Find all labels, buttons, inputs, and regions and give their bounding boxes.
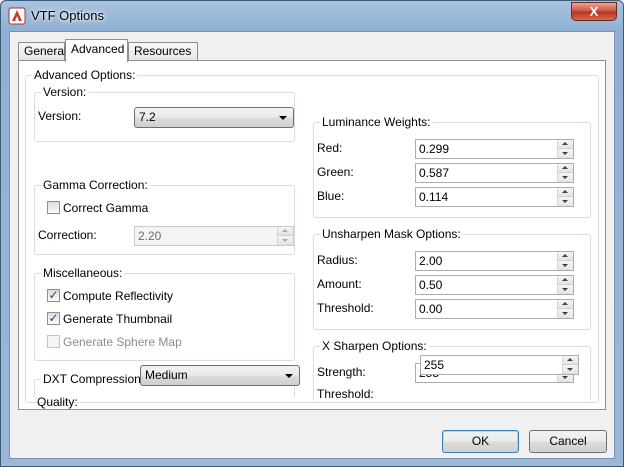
dxt-compression-group-label: DXT Compression: (41, 372, 147, 386)
chevron-down-icon (285, 374, 293, 378)
quality-label: Quality: (37, 395, 78, 409)
green-weight-spinner[interactable]: 0.587 (415, 163, 574, 183)
spin-up-icon[interactable] (563, 356, 578, 365)
vtf-app-icon (8, 7, 26, 25)
title-bar[interactable]: VTF Options X (1, 1, 623, 31)
spin-up-icon[interactable] (558, 300, 573, 309)
amount-spin-buttons (557, 276, 573, 294)
chevron-down-icon (279, 116, 287, 120)
spin-up-icon[interactable] (558, 164, 573, 173)
spin-up-icon[interactable] (278, 227, 293, 236)
correction-value: 2.20 (138, 229, 162, 243)
version-dropdown[interactable]: 7.2 (134, 107, 294, 128)
version-group: Version: Version: 7.2 (34, 85, 295, 142)
spin-up-icon[interactable] (558, 188, 573, 197)
blue-label: Blue: (317, 189, 345, 203)
correction-label: Correction: (38, 228, 97, 242)
unsharpen-threshold-spinner[interactable]: 0.00 (415, 299, 574, 319)
correction-spinner[interactable]: 2.20 (134, 226, 294, 246)
dialog-window: VTF Options X General Advanced Resources… (0, 0, 624, 467)
version-dropdown-value: 7.2 (139, 110, 156, 124)
correct-gamma-checkbox[interactable] (47, 201, 60, 214)
spin-down-icon[interactable] (563, 365, 578, 374)
quality-dropdown[interactable]: Medium (140, 365, 300, 386)
spin-down-icon[interactable] (558, 149, 573, 158)
x-sharpen-threshold-label: Threshold: (317, 387, 374, 401)
strength-label: Strength: (317, 365, 366, 379)
radius-spin-buttons (557, 252, 573, 270)
radius-label: Radius: (317, 253, 358, 267)
quality-dropdown-value: Medium (145, 368, 188, 382)
correction-spin-buttons (277, 227, 293, 245)
spin-down-icon[interactable] (558, 197, 573, 206)
advanced-options-label: Advanced Options: (32, 68, 138, 82)
blue-weight-value: 0.114 (419, 190, 449, 204)
amount-spinner[interactable]: 0.50 (415, 275, 574, 295)
correct-gamma-label[interactable]: Correct Gamma (63, 201, 148, 215)
radius-spinner[interactable]: 2.00 (415, 251, 574, 271)
blue-spin-buttons (557, 188, 573, 206)
red-weight-spinner[interactable]: 0.299 (415, 139, 574, 159)
unsharpen-threshold-value: 0.00 (419, 302, 443, 316)
red-weight-value: 0.299 (419, 142, 450, 156)
generate-sphere-map-checkbox[interactable] (47, 335, 60, 348)
x-sharpen-threshold-value: 255 (424, 358, 445, 372)
ok-button[interactable]: OK (442, 430, 519, 453)
green-spin-buttons (557, 164, 573, 182)
unsharpen-mask-group-label: Unsharpen Mask Options: (320, 227, 463, 241)
tab-resources[interactable]: Resources (128, 42, 198, 61)
dialog-client-area: General Advanced Resources Advanced Opti… (9, 31, 615, 459)
version-group-label: Version: (41, 85, 89, 99)
spin-up-icon[interactable] (558, 276, 573, 285)
green-label: Green: (317, 165, 354, 179)
generate-thumbnail-checkbox[interactable]: ✓ (47, 311, 60, 325)
spin-down-icon[interactable] (558, 261, 573, 270)
compute-reflectivity-label[interactable]: Compute Reflectivity (63, 289, 173, 303)
cancel-button[interactable]: Cancel (529, 430, 607, 453)
red-spin-buttons (557, 140, 573, 158)
unsharpen-threshold-spin-buttons (557, 300, 573, 318)
compute-reflectivity-checkbox[interactable]: ✓ (47, 288, 60, 302)
version-field-label: Version: (38, 109, 82, 123)
luminance-weights-group: Luminance Weights: Red: 0.299 Green: 0.5… (313, 115, 591, 218)
unsharpen-mask-group: Unsharpen Mask Options: Radius: 2.00 Amo… (313, 227, 591, 330)
gamma-correction-group: Gamma Correction: Correct Gamma Correcti… (34, 178, 295, 255)
miscellaneous-group: Miscellaneous: ✓ Compute Reflectivity ✓ … (34, 266, 295, 361)
miscellaneous-group-label: Miscellaneous: (41, 266, 125, 280)
red-label: Red: (317, 141, 343, 155)
spin-up-icon[interactable] (558, 140, 573, 149)
window-title: VTF Options (31, 8, 104, 23)
x-sharpen-group-label: X Sharpen Options: (320, 339, 429, 353)
blue-weight-spinner[interactable]: 0.114 (415, 187, 574, 207)
generate-sphere-map-label[interactable]: Generate Sphere Map (63, 335, 182, 349)
x-sharpen-threshold-spinner[interactable]: 255 (420, 355, 579, 375)
spin-down-icon[interactable] (558, 285, 573, 294)
close-icon: X (589, 4, 599, 19)
checkmark-icon: ✓ (48, 311, 59, 325)
amount-label: Amount: (317, 277, 362, 291)
amount-value: 0.50 (419, 278, 443, 292)
green-weight-value: 0.587 (419, 166, 450, 180)
tab-advanced[interactable]: Advanced (65, 39, 128, 62)
luminance-weights-group-label: Luminance Weights: (320, 115, 433, 129)
checkmark-icon: ✓ (48, 288, 59, 302)
x-sharpen-threshold-spin-buttons (562, 356, 578, 374)
gamma-correction-group-label: Gamma Correction: (41, 178, 150, 192)
spin-down-icon[interactable] (558, 173, 573, 182)
unsharpen-threshold-label: Threshold: (317, 301, 374, 315)
spin-down-icon[interactable] (278, 236, 293, 245)
tab-general[interactable]: General (18, 42, 67, 61)
generate-thumbnail-label[interactable]: Generate Thumbnail (63, 312, 172, 326)
spin-down-icon[interactable] (558, 309, 573, 318)
spin-up-icon[interactable] (558, 252, 573, 261)
close-button[interactable]: X (571, 2, 617, 21)
radius-value: 2.00 (419, 254, 443, 268)
